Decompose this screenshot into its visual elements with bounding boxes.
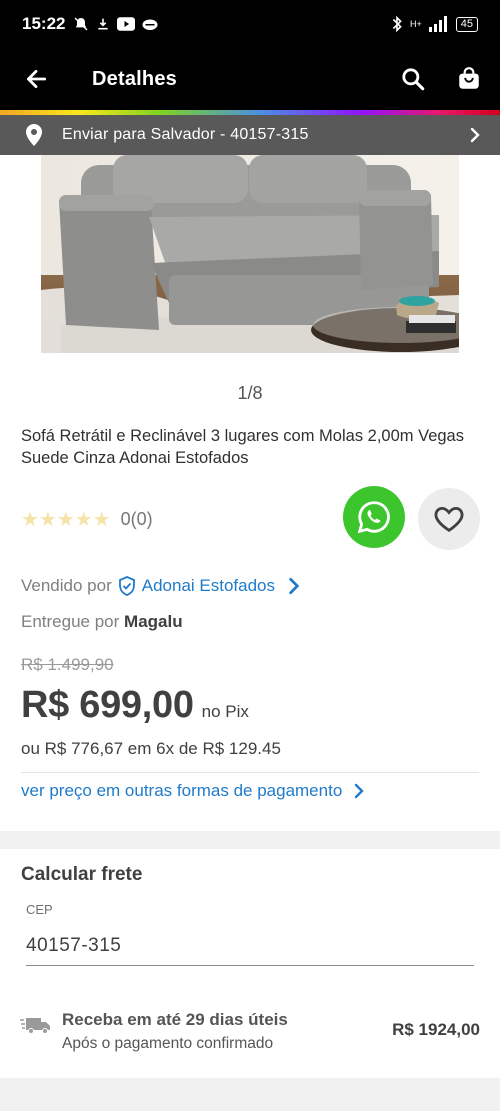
price-method: no Pix: [201, 702, 249, 721]
chevron-right-icon: [289, 577, 300, 595]
installments-text: ou R$ 776,67 em 6x de R$ 129.45: [21, 739, 281, 758]
status-time: 15:22: [22, 14, 66, 33]
cep-input[interactable]: [26, 926, 474, 966]
status-bar: 15:22 H+ 45: [0, 0, 500, 48]
rating-count: 0(0): [120, 509, 153, 529]
star-rating-icon: ★★★★★: [21, 509, 111, 531]
notification-icons: [73, 16, 159, 32]
whatsapp-icon: [357, 501, 390, 534]
shipping-price: R$ 1924,00: [392, 1020, 480, 1039]
network-type: H+: [409, 19, 422, 29]
delivery-location-bar[interactable]: Enviar para Salvador - 40157-315: [0, 115, 500, 155]
seller-name: Adonai Estofados: [141, 576, 276, 595]
bell-off-icon: [75, 17, 88, 31]
favorite-button[interactable]: [418, 488, 480, 550]
section-separator: [0, 831, 500, 849]
chevron-right-icon: [355, 783, 364, 799]
back-button[interactable]: [0, 48, 72, 110]
whatsapp-share-button[interactable]: [343, 486, 405, 548]
sold-by: Vendido por Adonai Estofados: [21, 576, 303, 596]
price-row: R$ 699,00 no Pix: [21, 684, 249, 727]
image-counter: 1/8: [237, 383, 263, 403]
delivery-location-label: Enviar para Salvador - 40157-315: [62, 126, 309, 143]
download-icon: [98, 18, 109, 30]
rating[interactable]: ★★★★★ 0(0): [21, 507, 153, 532]
price: R$ 699,00: [21, 684, 194, 726]
shield-check-icon: [118, 576, 135, 596]
delivered-by-name: Magalu: [124, 612, 183, 631]
youtube-icon: [117, 17, 136, 31]
app-bar: Detalhes: [0, 48, 500, 110]
section-separator: [0, 1078, 500, 1111]
shipping-option: Receba em até 29 dias úteis Após o pagam…: [20, 1010, 480, 1053]
shipping-condition: Após o pagamento confirmado: [62, 1035, 274, 1052]
cep-label: CEP: [26, 902, 53, 917]
shipping-eta: Receba em até 29 dias úteis: [62, 1010, 288, 1029]
shopping-bag-icon[interactable]: [456, 66, 482, 92]
old-price: R$ 1.499,90: [21, 655, 114, 674]
heart-icon: [434, 506, 464, 532]
page-title: Detalhes: [92, 67, 177, 90]
search-icon[interactable]: [400, 66, 426, 92]
sold-by-label: Vendido por: [21, 576, 112, 595]
bluetooth-icon: [392, 15, 402, 33]
product-image[interactable]: [41, 155, 459, 353]
delivered-by: Entregue por Magalu: [21, 612, 183, 632]
cloud-icon: [142, 19, 158, 30]
product-title: Sofá Retrátil e Reclinável 3 lugares com…: [21, 427, 464, 467]
location-pin-icon: [26, 124, 42, 146]
arrow-left-icon: [27, 70, 47, 88]
other-payment-methods-link[interactable]: ver preço em outras formas de pagamento: [21, 781, 366, 801]
battery-icon: 45: [455, 16, 478, 32]
chevron-right-icon: [470, 127, 480, 143]
payment-link-label: ver preço em outras formas de pagamento: [21, 781, 343, 800]
freight-title: Calcular frete: [21, 864, 143, 885]
divider: [21, 772, 479, 773]
truck-icon: [20, 1018, 50, 1034]
delivered-by-label: Entregue por: [21, 612, 120, 631]
system-icons: H+ 45: [390, 15, 478, 33]
signal-icon: [428, 16, 447, 32]
sofa-photo: [41, 155, 459, 353]
seller-link[interactable]: Adonai Estofados: [118, 576, 303, 596]
